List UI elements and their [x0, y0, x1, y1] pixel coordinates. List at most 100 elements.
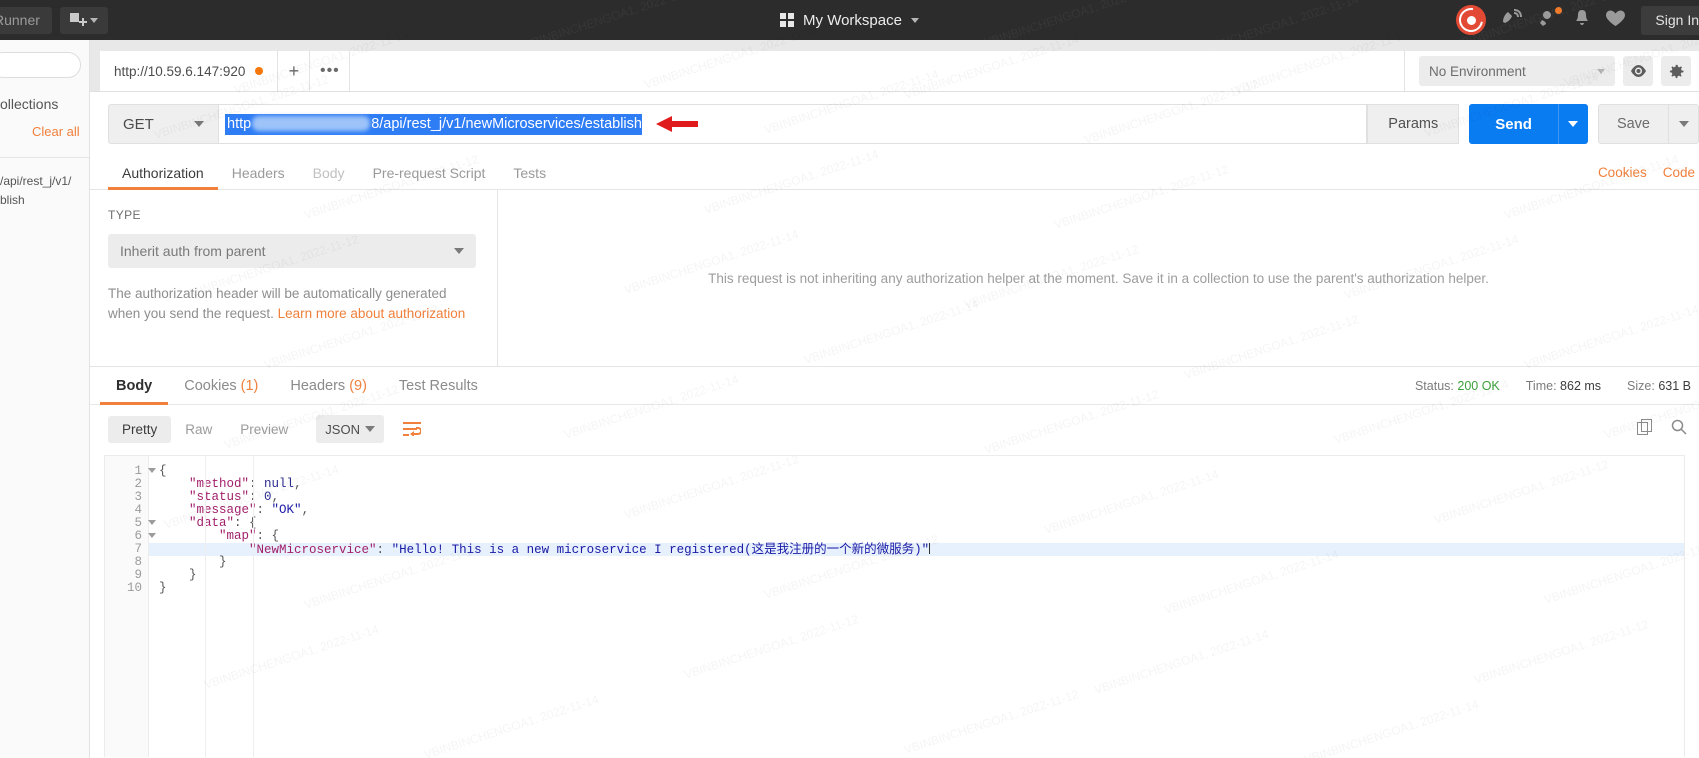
- status-value: 200 OK: [1457, 379, 1499, 393]
- sign-in-label: Sign In: [1655, 12, 1699, 28]
- code-token: }: [159, 555, 227, 569]
- sidebar-request-line2: blish: [0, 191, 85, 210]
- bell-icon[interactable]: [1574, 9, 1590, 31]
- code-token: :: [249, 490, 264, 504]
- sign-in-button[interactable]: Sign In: [1641, 6, 1699, 35]
- sidebar-collections-label: ollections: [0, 96, 89, 112]
- response-body-code[interactable]: { "method": null, "status": 0, "message"…: [149, 456, 1684, 757]
- tab-body[interactable]: Body: [299, 156, 359, 190]
- code-line: }: [149, 556, 1684, 569]
- workspace-name: My Workspace: [803, 12, 902, 29]
- environment-zone: No Environment: [1405, 51, 1699, 91]
- auth-inherit-message: This request is not inheriting any autho…: [498, 190, 1699, 366]
- chevron-down-icon: [90, 18, 98, 23]
- send-options-button[interactable]: [1558, 104, 1588, 144]
- code-link[interactable]: Code: [1663, 165, 1695, 180]
- http-method-select[interactable]: GET: [108, 104, 218, 144]
- unsaved-dot-icon: [255, 67, 263, 75]
- time-meta: Time: 862 ms: [1526, 379, 1601, 393]
- auth-type-select[interactable]: Inherit auth from parent: [108, 234, 476, 268]
- response-tab-cookies-label: Cookies: [184, 378, 236, 394]
- response-tab-cookies[interactable]: Cookies (1): [168, 367, 274, 405]
- response-tab-body-label: Body: [116, 378, 152, 394]
- authorization-panel: TYPE Inherit auth from parent The author…: [90, 190, 1699, 367]
- url-bar: GET http 8/api/rest_j/v1/newMicroservice…: [90, 92, 1699, 156]
- code-line: "message": "OK",: [149, 504, 1684, 517]
- format-raw-button[interactable]: Raw: [171, 416, 226, 443]
- cookies-link[interactable]: Cookies: [1598, 165, 1647, 180]
- code-line: "NewMicroservice": "Hello! This is a new…: [149, 543, 1684, 556]
- save-button[interactable]: Save: [1598, 104, 1669, 144]
- new-button[interactable]: [60, 7, 108, 34]
- code-token: "method": [189, 477, 249, 491]
- response-tab-headers[interactable]: Headers (9): [274, 367, 383, 405]
- eye-icon[interactable]: [1623, 56, 1653, 86]
- request-tab[interactable]: http://10.59.6.147:920: [100, 51, 278, 91]
- search-icon[interactable]: [1671, 419, 1687, 439]
- tab-headers[interactable]: Headers: [218, 156, 299, 190]
- response-tab-headers-count: (9): [349, 378, 367, 394]
- postman-orb-icon[interactable]: [1456, 5, 1486, 35]
- url-suffix: 8/api/rest_j/v1/newMicroservices/establi…: [371, 116, 642, 132]
- code-token: "data": [189, 516, 234, 530]
- chevron-down-icon: [911, 18, 919, 23]
- main-area: http://10.59.6.147:920 + ••• No Environm…: [90, 40, 1699, 758]
- response-tab-test-results[interactable]: Test Results: [383, 367, 494, 405]
- runner-button[interactable]: Runner: [0, 7, 52, 34]
- request-tab-strip: http://10.59.6.147:920 + ••• No Environm…: [90, 40, 1699, 92]
- chevron-down-icon: [1679, 121, 1689, 127]
- code-token: [159, 477, 189, 491]
- send-button[interactable]: Send: [1469, 104, 1558, 144]
- response-tab-cookies-count: (1): [241, 378, 259, 394]
- response-tab-body[interactable]: Body: [100, 367, 168, 405]
- learn-more-link[interactable]: Learn more about authorization: [278, 306, 466, 321]
- sidebar-search-input[interactable]: [0, 52, 81, 78]
- response-meta: Status: 200 OK Time: 862 ms Size: 631 B: [1415, 379, 1691, 393]
- workspace-selector[interactable]: My Workspace: [0, 12, 1699, 29]
- response-format-bar: Pretty Raw Preview JSON: [90, 405, 1699, 451]
- environment-select[interactable]: No Environment: [1419, 56, 1615, 86]
- satellite-dish-icon[interactable]: [1502, 9, 1522, 31]
- code-token: {: [159, 464, 167, 478]
- clear-all-button[interactable]: Clear all: [0, 124, 89, 139]
- code-token: : {: [257, 529, 280, 543]
- code-token: [159, 529, 219, 543]
- gear-icon[interactable]: [1661, 56, 1691, 86]
- sidebar: ollections Clear all /api/rest_j/v1/ bli…: [0, 40, 90, 758]
- url-input[interactable]: http 8/api/rest_j/v1/newMicroservices/es…: [218, 104, 1367, 144]
- params-label: Params: [1388, 116, 1438, 132]
- auth-type-value: Inherit auth from parent: [120, 243, 266, 259]
- environment-value: No Environment: [1429, 64, 1526, 79]
- format-pretty-button[interactable]: Pretty: [108, 416, 171, 443]
- authorization-settings: TYPE Inherit auth from parent The author…: [90, 190, 498, 366]
- auth-note: The authorization header will be automat…: [108, 284, 468, 325]
- params-button[interactable]: Params: [1367, 104, 1459, 144]
- word-wrap-icon[interactable]: [398, 415, 426, 443]
- new-window-icon: [70, 13, 84, 27]
- request-tab-title: http://10.59.6.147:920: [114, 64, 245, 79]
- tab-options-button[interactable]: •••: [310, 51, 350, 91]
- chevron-down-icon: [1568, 121, 1578, 127]
- code-token: [159, 503, 189, 517]
- tab-pre-request-script[interactable]: Pre-request Script: [359, 156, 500, 190]
- line-number: 10: [105, 582, 148, 595]
- notification-dot: [1555, 7, 1562, 14]
- code-line: "method": null,: [149, 478, 1684, 491]
- save-options-button[interactable]: [1669, 104, 1699, 144]
- tab-tests[interactable]: Tests: [499, 156, 560, 190]
- save-label: Save: [1617, 116, 1650, 132]
- code-token: "map": [219, 529, 257, 543]
- code-line: }: [149, 569, 1684, 582]
- code-token: :: [257, 503, 272, 517]
- tab-authorization[interactable]: Authorization: [108, 156, 218, 190]
- new-tab-button[interactable]: +: [278, 51, 310, 91]
- chevron-down-icon: [365, 426, 375, 432]
- sidebar-request-item[interactable]: /api/rest_j/v1/ blish: [0, 158, 89, 209]
- format-preview-button[interactable]: Preview: [226, 416, 302, 443]
- response-body-viewer[interactable]: 12345678910 { "method": null, "status": …: [104, 455, 1685, 757]
- sync-status-icon[interactable]: [1538, 9, 1558, 31]
- response-language-select[interactable]: JSON: [316, 415, 384, 443]
- heart-icon[interactable]: [1606, 10, 1625, 31]
- code-line: }: [149, 582, 1684, 595]
- copy-icon[interactable]: [1637, 419, 1653, 439]
